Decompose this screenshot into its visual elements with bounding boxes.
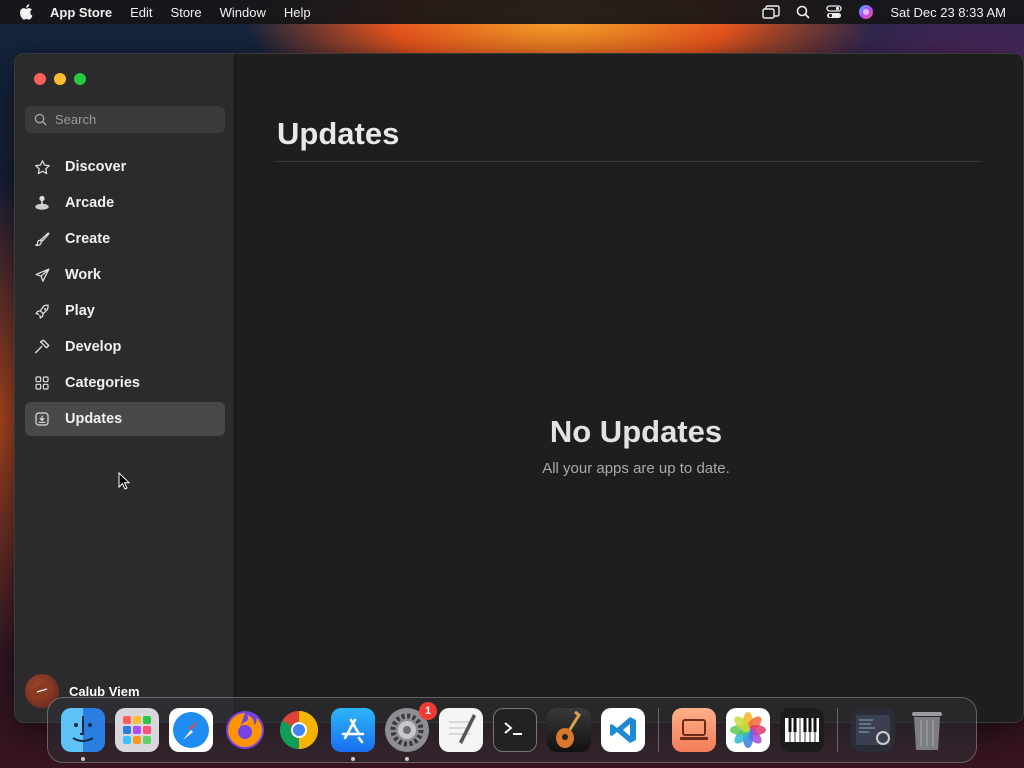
- sidebar-item-develop[interactable]: Develop: [25, 330, 225, 364]
- screen-sharing-icon[interactable]: [672, 708, 716, 752]
- sidebar-item-label: Develop: [65, 339, 122, 355]
- sidebar-item-work[interactable]: Work: [25, 258, 225, 292]
- menu-help[interactable]: Help: [284, 5, 311, 20]
- sidebar-item-label: Discover: [65, 159, 127, 175]
- empty-state: No Updates All your apps are up to date.: [235, 414, 1023, 477]
- sidebar-item-updates[interactable]: Updates: [25, 402, 225, 436]
- activity-monitor-icon[interactable]: [851, 708, 895, 752]
- hammer-icon: [33, 338, 51, 356]
- menu-edit[interactable]: Edit: [130, 5, 152, 20]
- dock-separator: [837, 708, 838, 752]
- piano-icon[interactable]: [780, 708, 824, 752]
- star-icon: [33, 158, 51, 176]
- safari-icon[interactable]: [169, 708, 213, 752]
- football-icon: [30, 683, 54, 699]
- sidebar-item-label: Categories: [65, 375, 140, 391]
- close-button[interactable]: [34, 73, 46, 85]
- app-store-window: Discover Arcade Create Work Play Develop: [14, 53, 1024, 723]
- launchpad-icon[interactable]: [115, 708, 159, 752]
- dock-separator: [658, 708, 659, 752]
- finder-icon[interactable]: [61, 708, 105, 761]
- rocket-icon: [33, 302, 51, 320]
- empty-state-subtitle: All your apps are up to date.: [542, 460, 730, 477]
- window-controls: [34, 73, 86, 85]
- siri-icon[interactable]: [858, 4, 874, 20]
- sidebar-item-categories[interactable]: Categories: [25, 366, 225, 400]
- chrome-icon[interactable]: [277, 708, 321, 752]
- sidebar-item-label: Work: [65, 267, 101, 283]
- dock: 1: [47, 697, 977, 763]
- sidebar-item-arcade[interactable]: Arcade: [25, 186, 225, 220]
- main-content: Updates No Updates All your apps are up …: [235, 54, 1023, 722]
- spotlight-search-icon[interactable]: [796, 5, 811, 19]
- sidebar-item-label: Updates: [65, 411, 123, 427]
- terminal-icon[interactable]: [493, 708, 537, 752]
- sidebar-item-label: Arcade: [65, 195, 115, 211]
- paper-plane-icon: [33, 266, 51, 284]
- running-indicator: [405, 757, 409, 761]
- app-store-icon[interactable]: [331, 708, 375, 761]
- page-title: Updates: [277, 116, 400, 151]
- menu-clock[interactable]: Sat Dec 23 8:33 AM: [890, 5, 1006, 20]
- notification-badge: 1: [419, 702, 437, 720]
- sidebar: Discover Arcade Create Work Play Develop: [15, 54, 235, 722]
- sidebar-item-discover[interactable]: Discover: [25, 150, 225, 184]
- apple-icon[interactable]: [18, 3, 36, 21]
- mouse-cursor-icon: [118, 472, 130, 490]
- running-indicator: [81, 757, 85, 761]
- trash-icon[interactable]: [905, 708, 949, 752]
- menu-bar: App Store Edit Store Window Help Sat Dec…: [0, 0, 1024, 24]
- grid-icon: [33, 374, 51, 392]
- running-indicator: [351, 757, 355, 761]
- sidebar-item-label: Play: [65, 303, 95, 319]
- textedit-icon[interactable]: [439, 708, 483, 752]
- firefox-icon[interactable]: [223, 708, 267, 752]
- download-tray-icon: [33, 410, 51, 428]
- title-divider: [275, 161, 981, 162]
- sidebar-item-create[interactable]: Create: [25, 222, 225, 256]
- menu-app-name[interactable]: App Store: [50, 5, 112, 20]
- brush-icon: [33, 230, 51, 248]
- minimize-button[interactable]: [54, 73, 66, 85]
- screen-mirroring-icon[interactable]: [762, 5, 781, 19]
- sidebar-item-play[interactable]: Play: [25, 294, 225, 328]
- joystick-icon: [33, 194, 51, 212]
- menu-store[interactable]: Store: [171, 5, 202, 20]
- vscode-icon[interactable]: [601, 708, 645, 752]
- photos-icon[interactable]: [726, 708, 770, 752]
- garageband-icon[interactable]: [547, 708, 591, 752]
- zoom-button[interactable]: [74, 73, 86, 85]
- sidebar-nav: Discover Arcade Create Work Play Develop: [25, 150, 225, 438]
- system-settings-icon[interactable]: 1: [385, 702, 437, 761]
- control-center-icon[interactable]: [826, 5, 843, 19]
- search-input[interactable]: [55, 112, 205, 127]
- sidebar-item-label: Create: [65, 231, 111, 247]
- search-box[interactable]: [25, 106, 225, 133]
- search-icon: [34, 113, 47, 126]
- menu-window[interactable]: Window: [220, 5, 266, 20]
- empty-state-title: No Updates: [549, 414, 723, 449]
